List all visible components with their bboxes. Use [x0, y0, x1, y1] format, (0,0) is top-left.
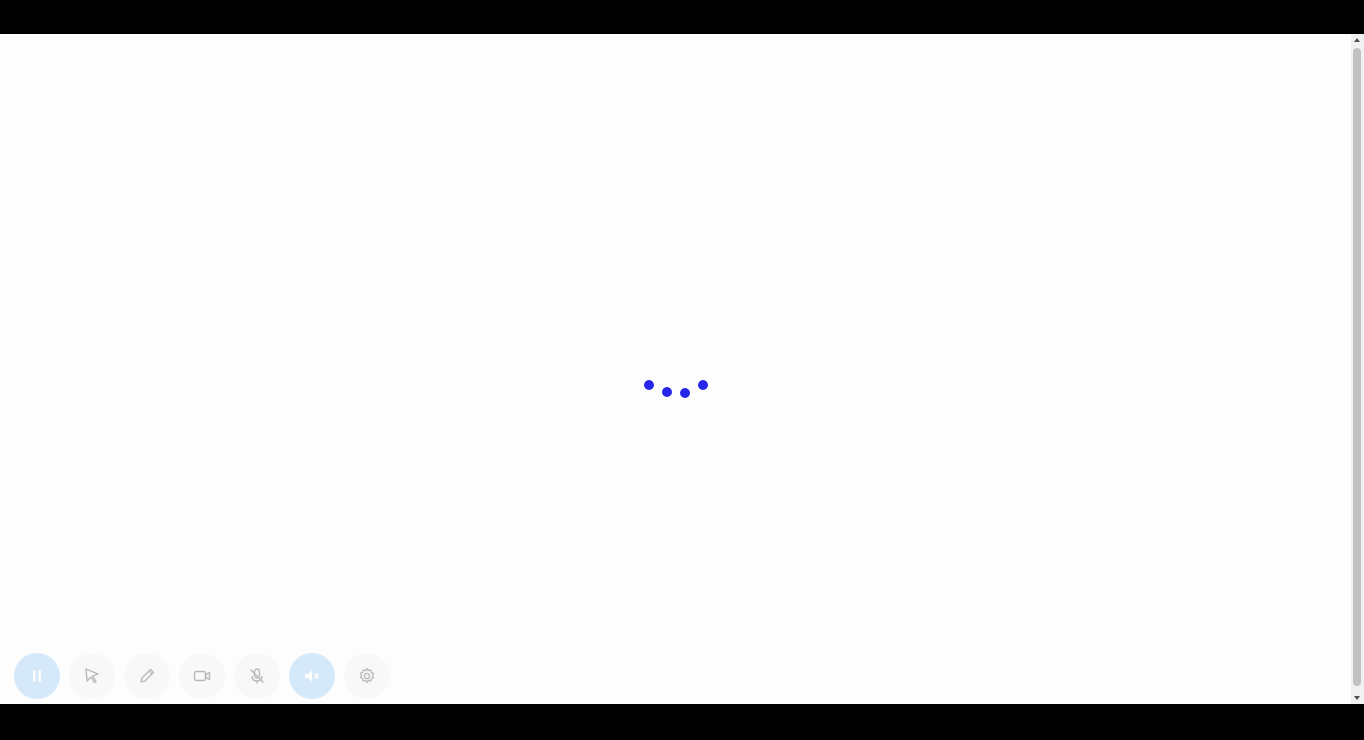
mic-off-icon	[250, 668, 264, 684]
loading-indicator	[640, 376, 712, 400]
gear-icon	[359, 667, 375, 684]
scroll-down-arrow-icon[interactable]	[1354, 696, 1360, 700]
pointer-button[interactable]	[69, 653, 115, 699]
pencil-icon	[140, 668, 155, 683]
pause-icon	[33, 670, 41, 682]
loading-dot	[680, 388, 690, 398]
scroll-up-arrow-icon[interactable]	[1354, 38, 1360, 42]
mic-button[interactable]	[234, 653, 280, 699]
control-toolbar	[10, 652, 394, 700]
speaker-button[interactable]	[289, 653, 335, 699]
bottom-letterbox	[0, 704, 1364, 740]
loading-dot	[644, 380, 654, 390]
loading-dot	[698, 380, 708, 390]
scrollbar-thumb[interactable]	[1353, 48, 1361, 686]
pen-button[interactable]	[124, 653, 170, 699]
vertical-scrollbar[interactable]	[1351, 34, 1364, 704]
content-viewport	[0, 34, 1351, 704]
loading-dot	[662, 387, 672, 397]
cursor-pointer-icon	[85, 668, 99, 684]
camera-button[interactable]	[179, 653, 225, 699]
settings-button[interactable]	[344, 653, 390, 699]
video-camera-icon	[193, 670, 211, 682]
pause-button[interactable]	[14, 653, 60, 699]
speaker-icon	[305, 670, 320, 682]
top-letterbox	[0, 0, 1364, 34]
